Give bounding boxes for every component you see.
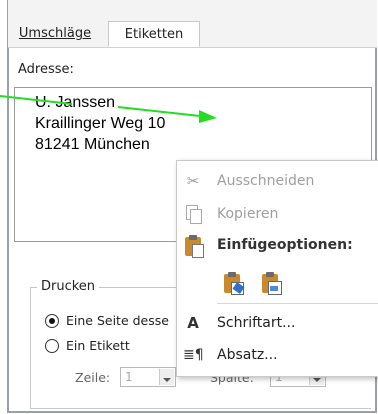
paste-icon [183, 235, 204, 258]
menu-item-font[interactable]: A Schriftart... [177, 309, 378, 337]
menu-item-copy-label: Kopieren [217, 206, 279, 222]
context-menu: ✂ Ausschneiden Kopieren Einfügeoptionen:… [176, 160, 378, 377]
menu-separator [217, 303, 378, 304]
menu-item-paragraph-label: Absatz... [217, 347, 278, 363]
row-value: 1 [125, 370, 133, 384]
arrow-head [199, 110, 217, 123]
menu-item-paste-options: Einfügeoptionen: [177, 231, 378, 259]
arrow-line-right [117, 106, 201, 117]
font-icon: A [187, 314, 199, 332]
paragraph-icon: ≣¶ [183, 347, 204, 363]
print-group-label: Drucken [37, 279, 100, 294]
menu-item-cut-label: Ausschneiden [217, 173, 315, 189]
radio-full-page[interactable] [45, 314, 59, 328]
radio-single-label[interactable] [45, 339, 59, 353]
menu-item-font-label: Schriftart... [217, 315, 296, 331]
scissors-icon: ✂ [186, 172, 200, 190]
paste-picture-icon[interactable] [260, 272, 282, 295]
arrow-line-left [0, 95, 73, 105]
paste-options-label: Einfügeoptionen: [217, 237, 353, 253]
row-spinner-down[interactable] [159, 369, 174, 385]
menu-item-copy[interactable]: Kopieren [177, 200, 378, 228]
paste-keep-formatting-icon[interactable] [222, 272, 245, 295]
menu-item-cut[interactable]: ✂ Ausschneiden [177, 167, 378, 195]
option-single-label-label: Ein Etikett [66, 338, 130, 353]
menu-item-paragraph[interactable]: ≣¶ Absatz... [177, 341, 378, 369]
row-label: Zeile: [75, 370, 111, 385]
copy-icon [183, 204, 203, 224]
option-full-page-label: Eine Seite desse [66, 313, 169, 328]
paste-buttons-row [177, 265, 378, 301]
row-spinner[interactable]: 1 [120, 367, 176, 387]
